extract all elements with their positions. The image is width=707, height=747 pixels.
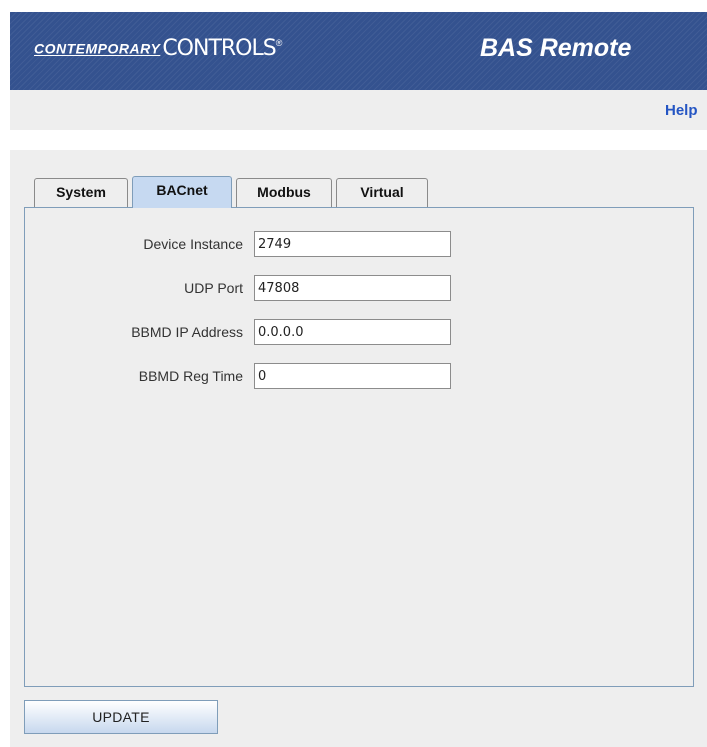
tab-system[interactable]: System [34,178,128,207]
help-bar: Help [10,90,707,130]
help-link[interactable]: Help [665,102,698,119]
company-logo: CONTEMPORARYCONTROLS® [34,36,282,61]
main-panel: System BACnet Modbus Virtual Device Inst… [10,150,707,747]
logo-contemporary-text: CONTEMPORARY [34,40,161,57]
logo-registered-mark: ® [275,38,283,48]
bbmd-ip-address-label: BBMD IP Address [131,324,243,340]
tab-bacnet[interactable]: BACnet [132,176,232,208]
bacnet-settings-panel: Device Instance UDP Port BBMD IP Address… [24,207,694,687]
header-banner: CONTEMPORARYCONTROLS® BAS Remote [10,12,707,90]
device-instance-input[interactable] [254,231,451,257]
tab-modbus[interactable]: Modbus [236,178,332,207]
device-instance-label: Device Instance [143,236,243,252]
udp-port-label: UDP Port [184,280,243,296]
bbmd-reg-time-label: BBMD Reg Time [138,368,243,384]
tab-virtual[interactable]: Virtual [336,178,428,207]
logo-controls-text: CONTROLS [162,36,276,61]
update-button[interactable]: UPDATE [24,700,218,734]
udp-port-input[interactable] [254,275,451,301]
bbmd-reg-time-input[interactable] [254,363,451,389]
product-title: BAS Remote [480,34,632,62]
bbmd-ip-address-input[interactable] [254,319,451,345]
